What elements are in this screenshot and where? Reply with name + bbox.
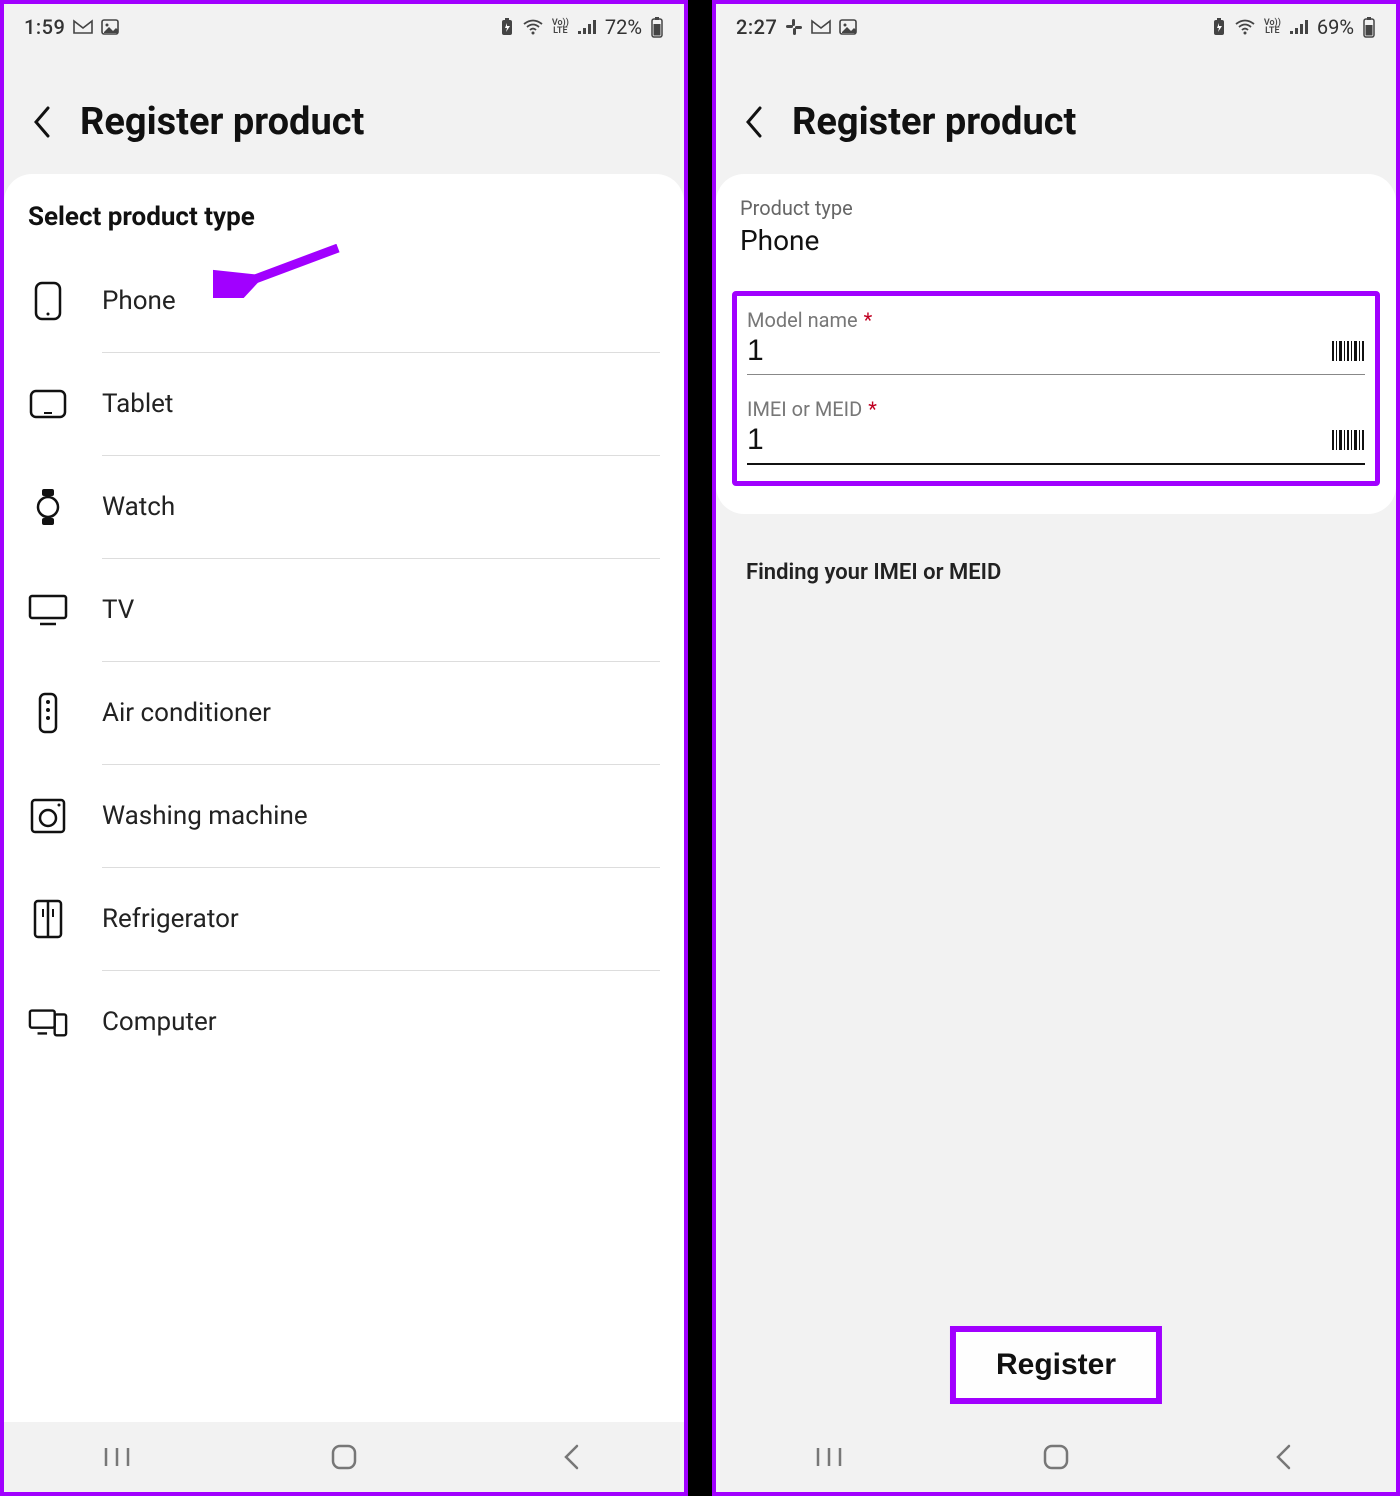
volte-icon: Vo))LTE [1264, 19, 1281, 35]
signal-icon [1289, 19, 1309, 35]
annotation-arrow-icon [213, 244, 343, 298]
product-type-list: Phone Tablet Watch [28, 250, 660, 1073]
home-button[interactable] [319, 1439, 369, 1475]
android-nav-bar [4, 1422, 684, 1492]
clock: 1:59 [24, 15, 65, 39]
washer-icon [28, 798, 68, 834]
product-watch[interactable]: Watch [28, 456, 660, 558]
app-header: Register product [716, 50, 1396, 174]
gmail-icon [73, 19, 93, 35]
home-button[interactable] [1031, 1439, 1081, 1475]
product-tablet[interactable]: Tablet [28, 353, 660, 455]
back-button[interactable] [28, 108, 56, 136]
picture-icon [101, 19, 119, 35]
register-button[interactable]: Register [950, 1326, 1162, 1404]
volte-icon: Vo))LTE [552, 19, 569, 35]
battery-icon [1362, 16, 1376, 38]
product-type-card: Product type Phone Model name * IMEI or … [716, 174, 1396, 514]
product-type-label: Product type [740, 196, 1372, 220]
product-fridge[interactable]: Refrigerator [28, 868, 660, 970]
screenshot-right: 2:27 Vo))LTE 69% Register product Produc… [712, 0, 1400, 1496]
product-phone[interactable]: Phone [28, 250, 660, 352]
wifi-icon [522, 19, 544, 35]
clock: 2:27 [736, 15, 777, 39]
panel-divider [688, 0, 712, 1496]
product-label: Air conditioner [102, 698, 271, 728]
back-nav-button[interactable] [546, 1439, 596, 1475]
imei-input[interactable] [747, 423, 1331, 457]
back-button[interactable] [740, 108, 768, 136]
product-label: Tablet [102, 389, 173, 419]
watch-icon [28, 487, 68, 527]
barcode-icon[interactable] [1331, 339, 1365, 363]
gmail-icon [811, 19, 831, 35]
screenshot-left: 1:59 Vo))LTE 72% Register product Select… [0, 0, 688, 1496]
tv-icon [28, 594, 68, 626]
battery-percent: 72% [605, 15, 642, 39]
product-label: TV [102, 595, 134, 625]
computer-icon [28, 1006, 68, 1038]
product-label: Watch [102, 492, 175, 522]
model-name-input[interactable] [747, 334, 1331, 368]
imei-label: IMEI or MEID [747, 397, 862, 421]
product-label: Washing machine [102, 801, 308, 831]
fridge-icon [28, 899, 68, 939]
model-label: Model name [747, 308, 858, 332]
register-button-wrap: Register [950, 1326, 1162, 1404]
barcode-icon[interactable] [1331, 428, 1365, 452]
required-asterisk: * [868, 397, 877, 421]
product-list-card: Select product type Phone Tablet [4, 174, 684, 1492]
product-computer[interactable]: Computer [28, 971, 660, 1073]
product-label: Computer [102, 1007, 217, 1037]
battery-saver-icon [1212, 18, 1226, 36]
picture-icon [839, 19, 857, 35]
section-title: Select product type [28, 202, 660, 232]
product-label: Phone [102, 286, 176, 316]
battery-saver-icon [500, 18, 514, 36]
product-label: Refrigerator [102, 904, 239, 934]
slack-icon [785, 18, 803, 36]
required-asterisk: * [864, 308, 873, 332]
product-type-value: Phone [740, 224, 1372, 257]
battery-percent: 69% [1317, 15, 1354, 39]
ac-remote-icon [28, 692, 68, 734]
model-name-field: Model name * [747, 308, 1365, 375]
tablet-icon [28, 389, 68, 419]
product-ac[interactable]: Air conditioner [28, 662, 660, 764]
wifi-icon [1234, 19, 1256, 35]
recents-button[interactable] [92, 1439, 142, 1475]
phone-icon [28, 281, 68, 321]
find-imei-link[interactable]: Finding your IMEI or MEID [722, 560, 1390, 585]
android-nav-bar [716, 1422, 1396, 1492]
signal-icon [577, 19, 597, 35]
product-washer[interactable]: Washing machine [28, 765, 660, 867]
back-nav-button[interactable] [1258, 1439, 1308, 1475]
product-tv[interactable]: TV [28, 559, 660, 661]
form-highlight-box: Model name * IMEI or MEID * [732, 291, 1380, 486]
battery-icon [650, 16, 664, 38]
status-bar: 2:27 Vo))LTE 69% [716, 4, 1396, 50]
page-title: Register product [80, 100, 364, 144]
page-title: Register product [792, 100, 1076, 144]
status-bar: 1:59 Vo))LTE 72% [4, 4, 684, 50]
app-header: Register product [4, 50, 684, 174]
imei-field: IMEI or MEID * [747, 397, 1365, 465]
recents-button[interactable] [804, 1439, 854, 1475]
